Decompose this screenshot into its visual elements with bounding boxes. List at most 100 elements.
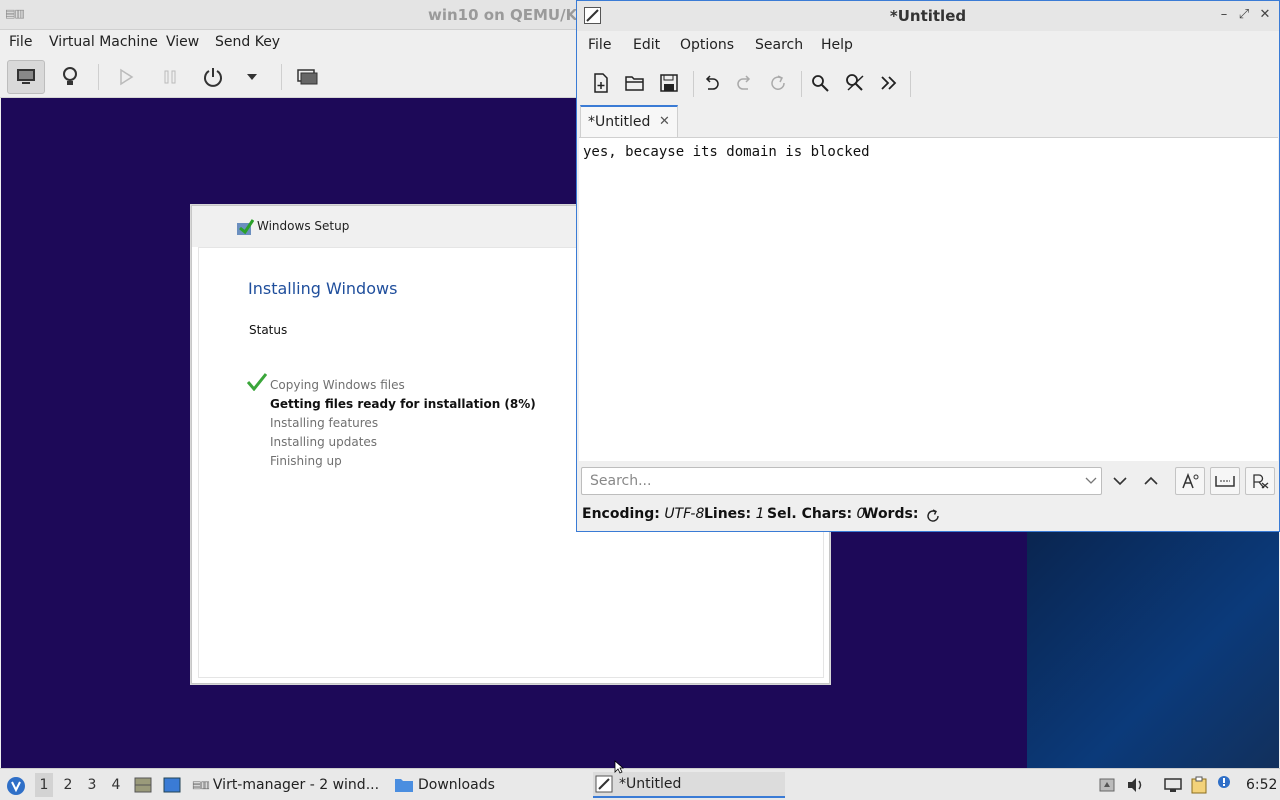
workspace-3[interactable]: 3: [83, 777, 101, 793]
task-label: Downloads: [418, 777, 495, 793]
maximize-icon[interactable]: ⤢: [1237, 7, 1251, 22]
editor-menu-options[interactable]: Options: [680, 37, 734, 53]
setup-step-finishing: Finishing up: [270, 454, 342, 468]
new-file-button[interactable]: [587, 69, 615, 97]
find-replace-icon: [846, 74, 864, 91]
status-words: Words:: [863, 506, 919, 522]
match-case-toggle[interactable]: [1175, 467, 1205, 495]
editor-menu-file[interactable]: File: [588, 37, 611, 53]
tab-label: *Untitled: [588, 114, 651, 130]
tab-close-icon[interactable]: ✕: [659, 114, 670, 129]
workspace-1[interactable]: 1: [35, 773, 53, 797]
vm-menu-file[interactable]: File: [9, 34, 32, 50]
arrow-down-icon: [1113, 477, 1127, 486]
save-icon: [660, 74, 678, 92]
workspace-4[interactable]: 4: [107, 777, 125, 793]
tray-volume[interactable]: [1127, 776, 1145, 794]
undo-button[interactable]: [697, 69, 725, 97]
whole-word-toggle[interactable]: [1210, 467, 1240, 495]
taskbar-task-virt-manager[interactable]: ▤▥ Virt-manager - 2 wind...: [192, 772, 388, 798]
tray-clipboard[interactable]: [1190, 776, 1208, 794]
reload-button[interactable]: [764, 69, 792, 97]
power-icon: [204, 68, 222, 87]
start-menu-button[interactable]: [5, 775, 27, 797]
redo-button[interactable]: [731, 69, 759, 97]
virt-manager-icon: ▤▥: [192, 779, 210, 791]
desktop-launcher[interactable]: [163, 776, 181, 794]
refresh-word-count-icon[interactable]: [926, 509, 940, 523]
editor-window-title: *Untitled: [889, 7, 967, 25]
shutdown-menu-button[interactable]: [233, 60, 271, 94]
editor-text-area[interactable]: yes, becayse its domain is blocked: [579, 137, 1278, 461]
regex-icon: [1253, 474, 1269, 489]
show-console-button[interactable]: [7, 60, 45, 94]
run-button[interactable]: [107, 60, 145, 94]
editor-menu-search[interactable]: Search: [755, 37, 803, 53]
save-file-button[interactable]: [655, 69, 683, 97]
redo-icon: [737, 75, 751, 90]
vm-menu-send-key[interactable]: Send Key: [215, 34, 280, 50]
tray-storage[interactable]: [1098, 776, 1116, 794]
screens-icon: [297, 69, 318, 85]
checkmark-icon: [247, 373, 267, 391]
find-next-button[interactable]: [1105, 467, 1135, 495]
shutdown-button[interactable]: [194, 60, 232, 94]
editor-menubar: File Edit Options Search Help: [577, 31, 1279, 59]
workspace-2[interactable]: 2: [59, 777, 77, 793]
minimize-icon[interactable]: –: [1217, 7, 1231, 22]
pause-button[interactable]: [151, 60, 189, 94]
clock[interactable]: 6:52: [1246, 777, 1277, 793]
setup-step-updates: Installing updates: [270, 435, 378, 449]
vm-menu-virtual-machine[interactable]: Virtual Machine: [49, 34, 158, 50]
editor-menu-help[interactable]: Help: [821, 37, 853, 53]
text-editor-window: *Untitled – ⤢ ✕ File Edit Options Search…: [576, 0, 1280, 532]
arrow-up-icon: [1144, 476, 1158, 485]
editor-titlebar[interactable]: *Untitled – ⤢ ✕: [577, 1, 1279, 31]
setup-step-getting-ready: Getting files ready for installation (8%…: [270, 397, 536, 411]
search-history-chevron-icon[interactable]: [1085, 477, 1097, 485]
setup-icon: [237, 219, 254, 235]
open-file-button[interactable]: [621, 69, 649, 97]
more-tools-button[interactable]: [875, 69, 903, 97]
vm-menu-view[interactable]: View: [166, 34, 199, 50]
replace-button[interactable]: [841, 69, 869, 97]
status-lines: Lines: 1: [704, 506, 765, 522]
show-details-button[interactable]: [51, 60, 89, 94]
folder-open-icon: [625, 76, 644, 91]
monitor-icon: [17, 69, 35, 84]
search-box: [581, 467, 1102, 495]
new-file-icon: [594, 73, 608, 93]
setup-step-features: Installing features: [270, 416, 379, 430]
status-encoding: Encoding: UTF-8: [582, 506, 705, 522]
info-icon: [1218, 776, 1230, 788]
desktop-icon: [163, 777, 181, 793]
regex-toggle[interactable]: [1245, 467, 1275, 495]
file-manager-launcher[interactable]: [134, 776, 152, 794]
find-button[interactable]: [806, 69, 834, 97]
task-label: *Untitled: [619, 776, 682, 792]
find-previous-button[interactable]: [1136, 467, 1166, 495]
folder-icon: [395, 779, 413, 792]
guest-wallpaper: [1027, 532, 1279, 768]
task-label: Virt-manager - 2 wind...: [212, 777, 380, 793]
drive-icon: [1099, 778, 1115, 792]
tab-untitled[interactable]: *Untitled ✕: [580, 105, 678, 137]
search-input[interactable]: [588, 468, 1078, 494]
taskbar-task-untitled[interactable]: *Untitled: [593, 772, 785, 798]
editor-menu-edit[interactable]: Edit: [633, 37, 660, 53]
undo-icon: [705, 75, 719, 90]
whole-word-icon: [1215, 476, 1235, 487]
editor-statusbar: Encoding: UTF-8 Lines: 1 Sel. Chars: 0 W…: [577, 503, 1279, 529]
status-sel-chars: Sel. Chars: 0: [767, 506, 866, 522]
file-cabinet-icon: [134, 777, 152, 793]
fullscreen-button[interactable]: [288, 60, 326, 94]
taskbar: 1 2 3 4 ▤▥ Virt-manager - 2 wind... Down…: [0, 768, 1280, 800]
text-editor-icon: [595, 775, 613, 793]
speaker-icon: [1128, 778, 1142, 792]
play-icon: [120, 68, 134, 86]
chevron-down-icon: [247, 74, 257, 80]
tray-notification[interactable]: [1215, 773, 1233, 791]
tray-network[interactable]: [1164, 776, 1182, 794]
close-icon[interactable]: ✕: [1258, 7, 1272, 22]
taskbar-task-downloads[interactable]: Downloads: [394, 772, 544, 798]
